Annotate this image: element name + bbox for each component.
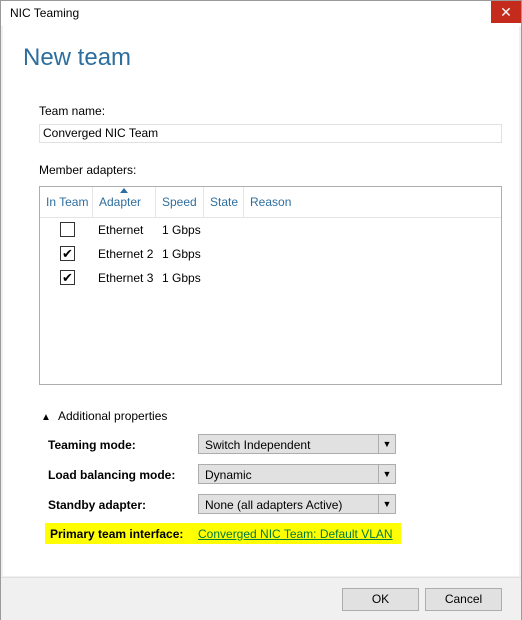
load-balancing-mode-select[interactable]: Dynamic ▼ bbox=[198, 464, 396, 484]
teaming-mode-label: Teaming mode: bbox=[48, 438, 136, 452]
member-adapters-grid[interactable]: In Team Adapter Speed State Reason Ether… bbox=[39, 186, 502, 385]
column-reason[interactable]: Reason bbox=[244, 187, 304, 217]
adapter-speed: 1 Gbps bbox=[162, 223, 201, 237]
adapter-name: Ethernet 3 bbox=[98, 271, 154, 285]
column-adapter[interactable]: Adapter bbox=[93, 187, 156, 217]
table-row[interactable]: ✔ Ethernet 2 1 Gbps bbox=[40, 244, 501, 266]
team-name-label: Team name: bbox=[39, 104, 106, 118]
grid-header: In Team Adapter Speed State Reason bbox=[40, 187, 501, 218]
adapter-name: Ethernet 2 bbox=[98, 247, 154, 261]
standby-adapter-value: None (all adapters Active) bbox=[205, 498, 343, 512]
column-adapter-label: Adapter bbox=[99, 195, 142, 209]
table-row[interactable]: ✔ Ethernet 3 1 Gbps bbox=[40, 268, 501, 290]
load-balancing-mode-label: Load balancing mode: bbox=[48, 468, 176, 482]
sort-ascending-icon bbox=[120, 188, 128, 193]
standby-adapter-label: Standby adapter: bbox=[48, 498, 147, 512]
in-team-checkbox[interactable]: ✔ bbox=[60, 270, 75, 285]
title-bar[interactable]: NIC Teaming ✕ bbox=[1, 1, 521, 26]
dialog-content: New team Team name: Converged NIC Team M… bbox=[3, 26, 519, 576]
teaming-mode-value: Switch Independent bbox=[205, 438, 311, 452]
adapter-name: Ethernet bbox=[98, 223, 144, 237]
chevron-down-icon: ▼ bbox=[378, 465, 395, 483]
team-name-input[interactable]: Converged NIC Team bbox=[39, 124, 502, 143]
column-speed[interactable]: Speed bbox=[156, 187, 204, 217]
additional-properties-toggle[interactable]: ▲ Additional properties bbox=[41, 409, 167, 423]
ok-button[interactable]: OK bbox=[342, 588, 419, 611]
chevron-down-icon: ▼ bbox=[378, 495, 395, 513]
primary-team-interface-link[interactable]: Converged NIC Team: Default VLAN bbox=[198, 527, 393, 541]
table-row[interactable]: Ethernet 1 Gbps bbox=[40, 220, 501, 242]
dialog-footer: OK Cancel bbox=[1, 577, 521, 620]
window-title: NIC Teaming bbox=[10, 6, 80, 20]
standby-adapter-select[interactable]: None (all adapters Active) ▼ bbox=[198, 494, 396, 514]
chevron-down-icon: ▼ bbox=[378, 435, 395, 453]
in-team-checkbox[interactable] bbox=[60, 222, 75, 237]
primary-team-interface-label: Primary team interface: bbox=[50, 527, 184, 541]
cancel-button[interactable]: Cancel bbox=[425, 588, 502, 611]
nic-teaming-window: NIC Teaming ✕ New team Team name: Conver… bbox=[0, 0, 522, 620]
in-team-checkbox[interactable]: ✔ bbox=[60, 246, 75, 261]
close-icon[interactable]: ✕ bbox=[491, 1, 521, 23]
column-state[interactable]: State bbox=[204, 187, 244, 217]
primary-team-interface-row: Primary team interface: Converged NIC Te… bbox=[45, 523, 401, 544]
column-in-team[interactable]: In Team bbox=[40, 187, 93, 217]
member-adapters-label: Member adapters: bbox=[39, 163, 137, 177]
load-balancing-mode-value: Dynamic bbox=[205, 468, 252, 482]
teaming-mode-select[interactable]: Switch Independent ▼ bbox=[198, 434, 396, 454]
page-title: New team bbox=[23, 44, 132, 71]
adapter-speed: 1 Gbps bbox=[162, 247, 201, 261]
adapter-speed: 1 Gbps bbox=[162, 271, 201, 285]
additional-properties-label: Additional properties bbox=[58, 409, 168, 423]
caret-up-icon: ▲ bbox=[41, 412, 51, 423]
